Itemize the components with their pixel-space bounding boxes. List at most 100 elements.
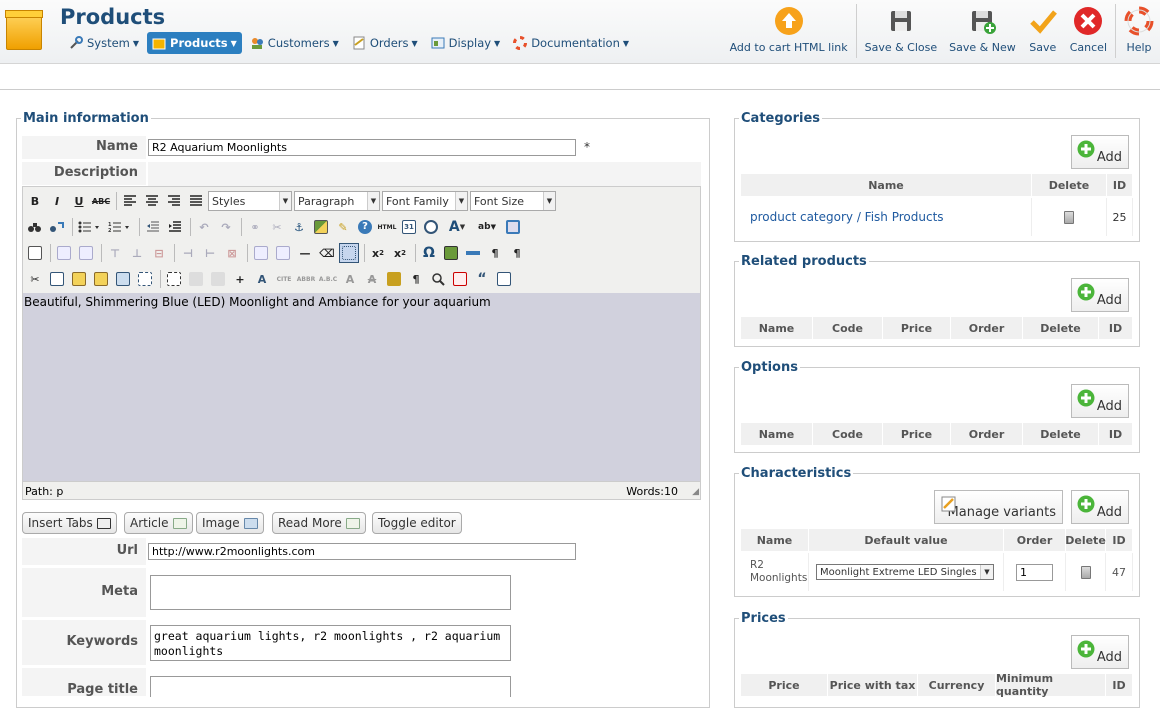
insert-col-before-icon[interactable]: ⊣ [178,243,198,263]
horizontal-line-icon[interactable] [463,243,483,263]
keywords-textarea[interactable]: great aquarium lights, r2 moonlights , r… [150,625,511,661]
save-new-button[interactable]: Save & New [943,0,1022,58]
table-cell-props-icon[interactable] [76,243,96,263]
paste-word-icon[interactable] [113,269,133,289]
insert-row-after-icon[interactable]: ⊥ [127,243,147,263]
resize-handle-icon[interactable]: ◢ [692,487,699,497]
horizontal-rule-icon[interactable]: — [295,243,315,263]
insert-time-icon[interactable] [421,217,441,237]
manage-variants-button[interactable]: Manage variants [934,490,1063,524]
add-category-button[interactable]: Add [1071,135,1129,169]
move-forward-icon[interactable] [186,269,206,289]
font-size-select[interactable]: Font Size ▼ [470,191,556,211]
show-blocks-icon[interactable]: ¶ [406,269,426,289]
fullscreen-icon[interactable] [503,217,523,237]
delete-characteristic-button[interactable] [1066,553,1106,591]
category-link[interactable]: product category / Fish Products [741,198,1032,236]
menu-display[interactable]: Display ▼ [426,32,506,54]
paragraph-select[interactable]: Paragraph ▼ [294,191,380,211]
copy-icon[interactable] [47,269,67,289]
url-input[interactable] [148,543,576,560]
html-source-icon[interactable]: HTML [377,217,397,237]
ltr-icon[interactable]: ¶ [485,243,505,263]
attributes-icon[interactable] [384,269,404,289]
insert-tabs-button[interactable]: Insert Tabs [22,512,117,534]
add-price-button[interactable]: Add [1071,635,1129,669]
preview-icon[interactable] [428,269,448,289]
template-icon[interactable] [494,269,514,289]
strikethrough-icon[interactable]: ABC [91,191,111,211]
italic-icon[interactable]: I [47,191,67,211]
image-icon[interactable] [311,217,331,237]
align-left-icon[interactable] [120,191,140,211]
special-char-icon[interactable]: Ω [419,243,439,263]
move-backward-icon[interactable] [208,269,228,289]
help-icon[interactable]: ? [355,217,375,237]
add-characteristic-button[interactable]: Add [1071,490,1129,524]
default-value-select[interactable]: Moonlight Extreme LED Singles ▼ [816,564,994,580]
replace-icon[interactable] [47,217,67,237]
menu-system[interactable]: System ▼ [64,32,144,54]
rtl-icon[interactable]: ¶ [507,243,527,263]
delete-category-button[interactable] [1032,198,1107,236]
bullet-list-icon[interactable] [76,217,104,237]
cancel-button[interactable]: Cancel [1064,0,1113,58]
name-input[interactable] [148,139,576,156]
absolute-icon[interactable]: + [230,269,250,289]
underline-icon[interactable]: U [69,191,89,211]
align-center-icon[interactable] [142,191,162,211]
editor-content[interactable]: Beautiful, Shimmering Blue (LED) Moonlig… [23,293,700,481]
help-button[interactable]: Help [1118,0,1160,58]
outdent-icon[interactable] [143,217,163,237]
add-related-product-button[interactable]: Add [1071,278,1129,312]
subscript-icon[interactable]: x2 [368,243,388,263]
align-justify-icon[interactable] [186,191,206,211]
read-more-button[interactable]: Read More [272,512,366,534]
insert-layer-icon[interactable] [164,269,184,289]
anchor-icon[interactable]: ⚓ [289,217,309,237]
save-close-button[interactable]: Save & Close [859,0,944,58]
select-all-icon[interactable] [135,269,155,289]
bold-icon[interactable]: B [25,191,45,211]
toggle-editor-button[interactable]: Toggle editor [372,512,462,534]
undo-icon[interactable]: ↶ [194,217,214,237]
text-color-icon[interactable]: A ▼ [443,217,471,237]
insert-text-icon[interactable]: A [362,269,382,289]
meta-description-textarea[interactable] [150,575,511,610]
menu-products[interactable]: Products ▼ [147,32,242,54]
insert-media-icon[interactable] [441,243,461,263]
redo-icon[interactable]: ↷ [216,217,236,237]
superscript-icon[interactable]: x2 [390,243,410,263]
indent-icon[interactable] [165,217,185,237]
split-cells-icon[interactable] [251,243,271,263]
cut-icon[interactable]: ✂ [25,269,45,289]
acronym-icon[interactable]: A.B.C [318,269,338,289]
cleanup-icon[interactable]: ✎ [333,217,353,237]
nonbreaking-icon[interactable] [450,269,470,289]
insert-date-icon[interactable]: 31 [399,217,419,237]
remove-format-icon[interactable]: ⌫ [317,243,337,263]
delete-row-icon[interactable]: ⊟ [149,243,169,263]
numbered-list-icon[interactable]: 12 [106,217,134,237]
save-button[interactable]: Save [1022,0,1064,58]
article-button[interactable]: Article [124,512,193,534]
insert-col-after-icon[interactable]: ⊢ [200,243,220,263]
order-input[interactable] [1016,563,1053,581]
paste-text-icon[interactable] [91,269,111,289]
paste-icon[interactable] [69,269,89,289]
page-title-input[interactable] [150,676,511,697]
abbr-icon[interactable]: ABBR [296,269,316,289]
menu-documentation[interactable]: Documentation ▼ [508,32,634,54]
delete-col-icon[interactable]: ⊠ [222,243,242,263]
find-icon[interactable] [25,217,45,237]
blockquote-icon[interactable]: “ [472,269,492,289]
add-to-cart-link-button[interactable]: Add to cart HTML link [724,0,854,58]
unlink-icon[interactable]: ✂ [267,217,287,237]
add-option-button[interactable]: Add [1071,384,1129,418]
styleprops-icon[interactable]: A [252,269,272,289]
menu-customers[interactable]: Customers ▼ [245,32,344,54]
table-row-props-icon[interactable] [54,243,74,263]
delete-text-icon[interactable]: A [340,269,360,289]
visual-aid-icon[interactable] [339,243,359,263]
insert-row-before-icon[interactable]: ⊤ [105,243,125,263]
